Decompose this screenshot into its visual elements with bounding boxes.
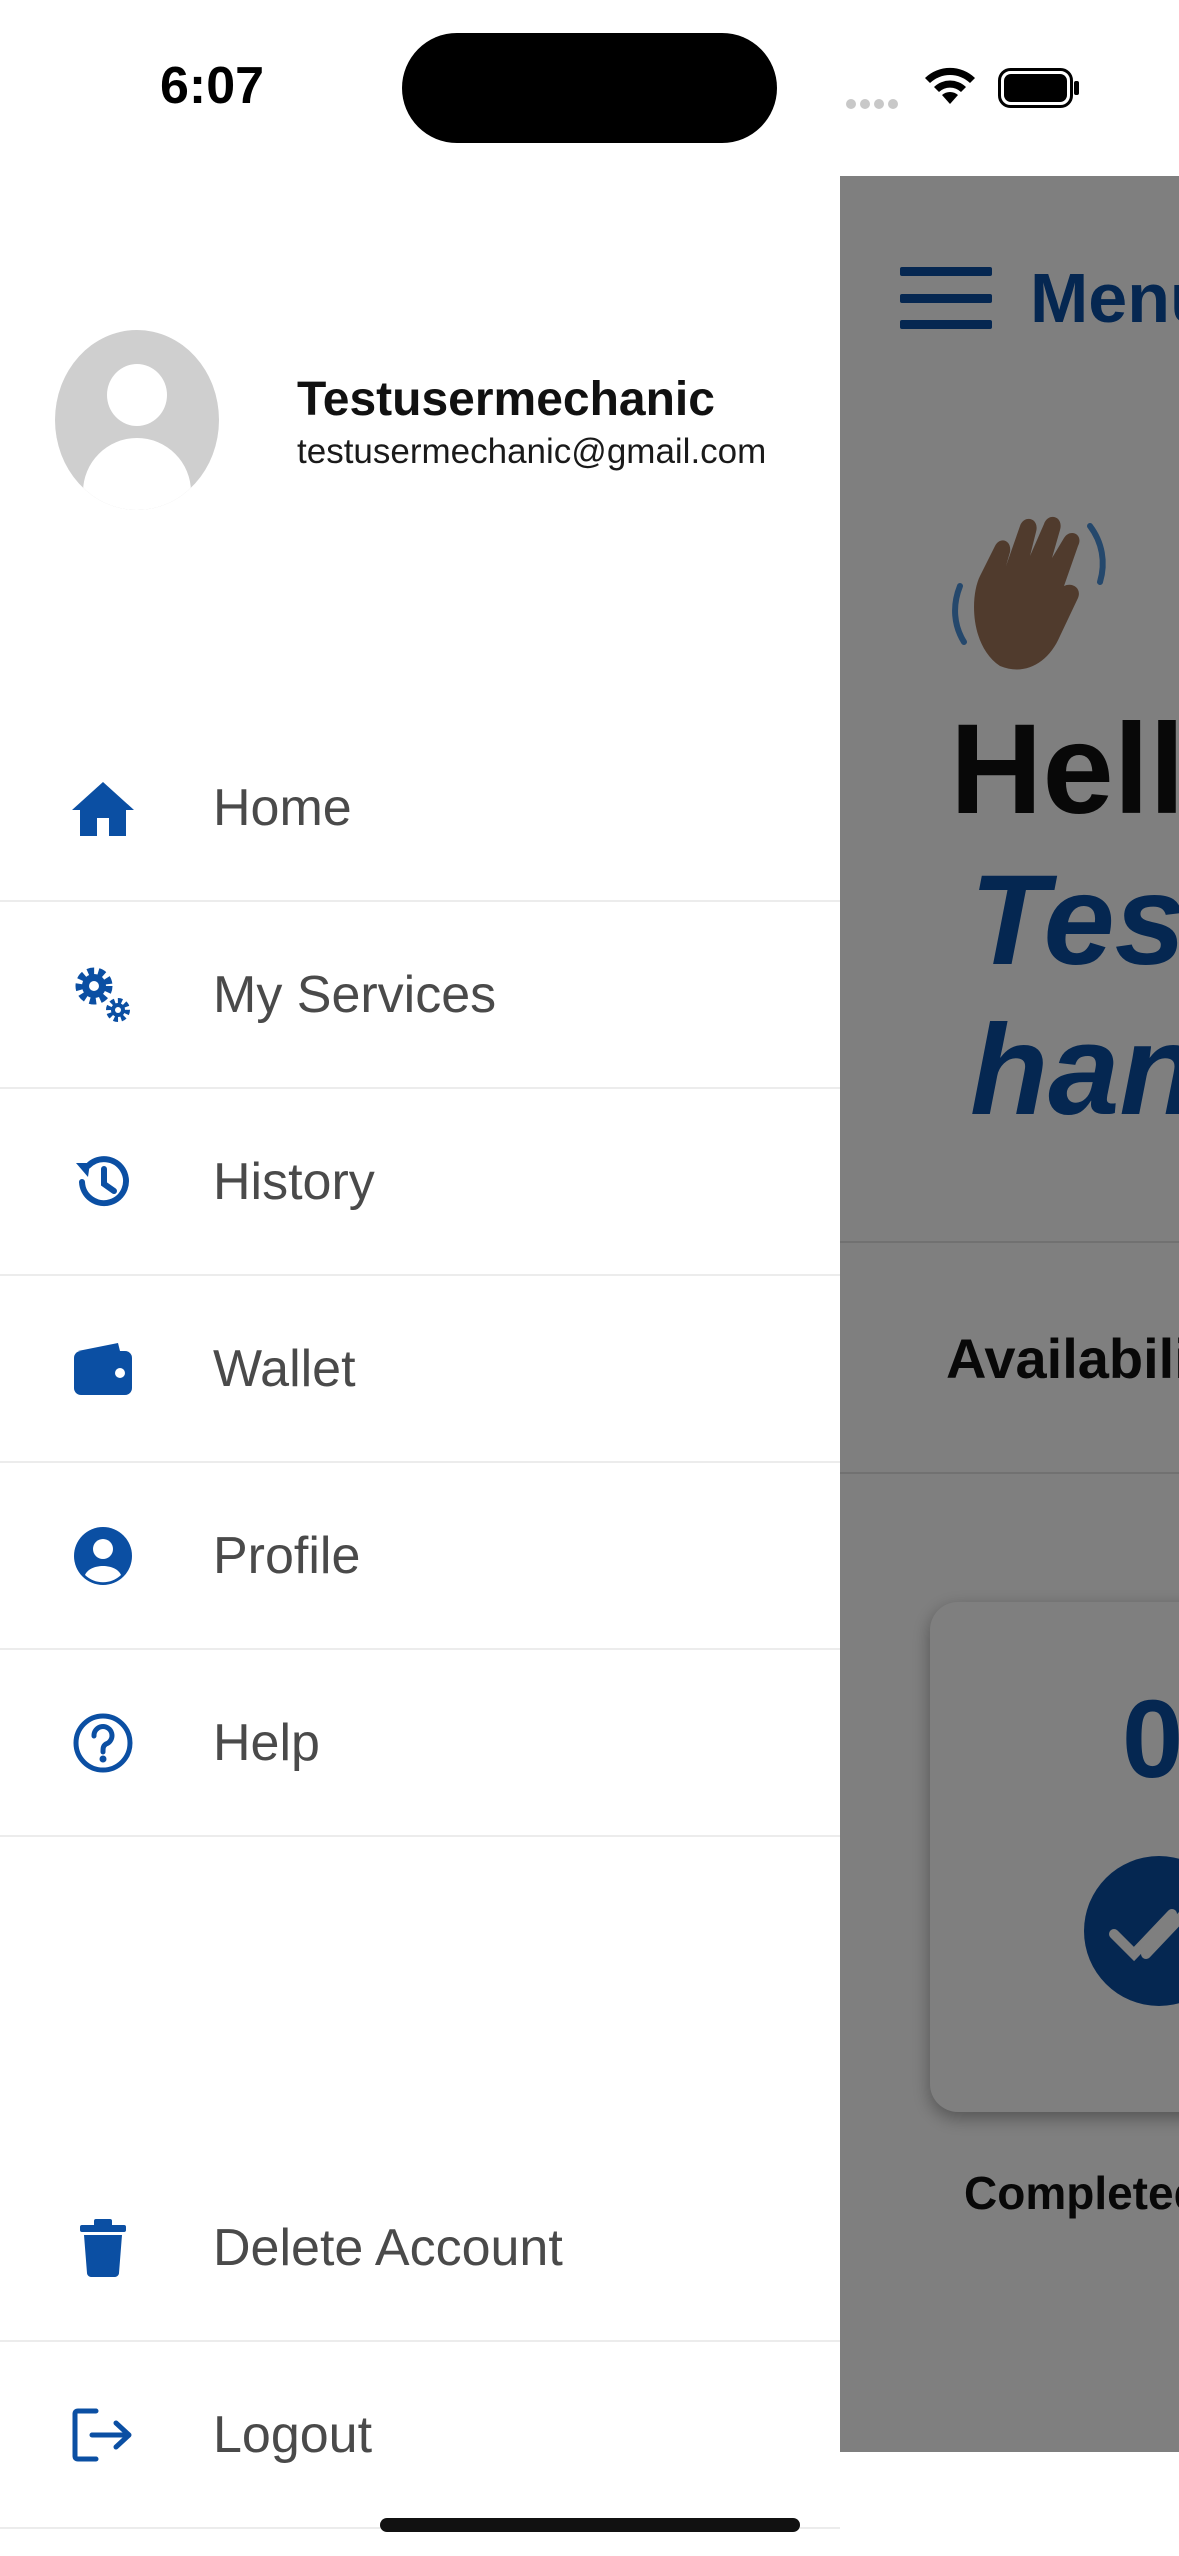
nav-item-label: Help — [213, 1714, 320, 1772]
user-circle-icon — [70, 1523, 136, 1589]
nav-item-label: Wallet — [213, 1340, 356, 1398]
drawer-user-name: Testusermechanic — [297, 373, 715, 426]
history-icon — [70, 1149, 136, 1215]
cellular-signal-icon — [846, 96, 906, 109]
nav-item-label: Profile — [213, 1527, 361, 1585]
nav-item-label: History — [213, 1153, 375, 1211]
drawer-backdrop[interactable] — [840, 176, 1179, 2452]
avatar[interactable] — [55, 330, 219, 510]
nav-item-label: My Services — [213, 966, 497, 1024]
nav-item-home[interactable]: Home — [0, 716, 840, 902]
question-circle-icon — [70, 1710, 136, 1776]
home-icon — [70, 775, 136, 841]
nav-item-history[interactable]: History — [0, 1090, 840, 1276]
navigation-drawer: Testusermechanic testusermechanic@gmail.… — [0, 176, 840, 2529]
trash-icon — [70, 2215, 136, 2281]
nav-item-label: Home — [213, 779, 352, 837]
nav-item-delete-account[interactable]: Delete Account — [0, 2156, 840, 2342]
nav-item-my-services[interactable]: My Services — [0, 903, 840, 1089]
nav-item-label: Delete Account — [213, 2219, 563, 2277]
logout-icon — [70, 2402, 136, 2468]
battery-icon — [998, 68, 1079, 108]
drawer-user-email: testusermechanic@gmail.com — [297, 432, 767, 471]
nav-item-profile[interactable]: Profile — [0, 1464, 840, 1650]
status-time: 6:07 — [160, 57, 265, 115]
nav-item-help[interactable]: Help — [0, 1651, 840, 1837]
nav-item-label: Logout — [213, 2406, 373, 2464]
nav-item-logout[interactable]: Logout — [0, 2343, 840, 2529]
home-indicator[interactable] — [380, 2518, 800, 2532]
dynamic-island — [402, 33, 777, 143]
wallet-icon — [70, 1336, 136, 1402]
status-bar: 6:07 — [0, 0, 1179, 176]
gears-icon — [70, 962, 136, 1028]
wifi-icon — [925, 67, 975, 104]
nav-item-wallet[interactable]: Wallet — [0, 1277, 840, 1463]
